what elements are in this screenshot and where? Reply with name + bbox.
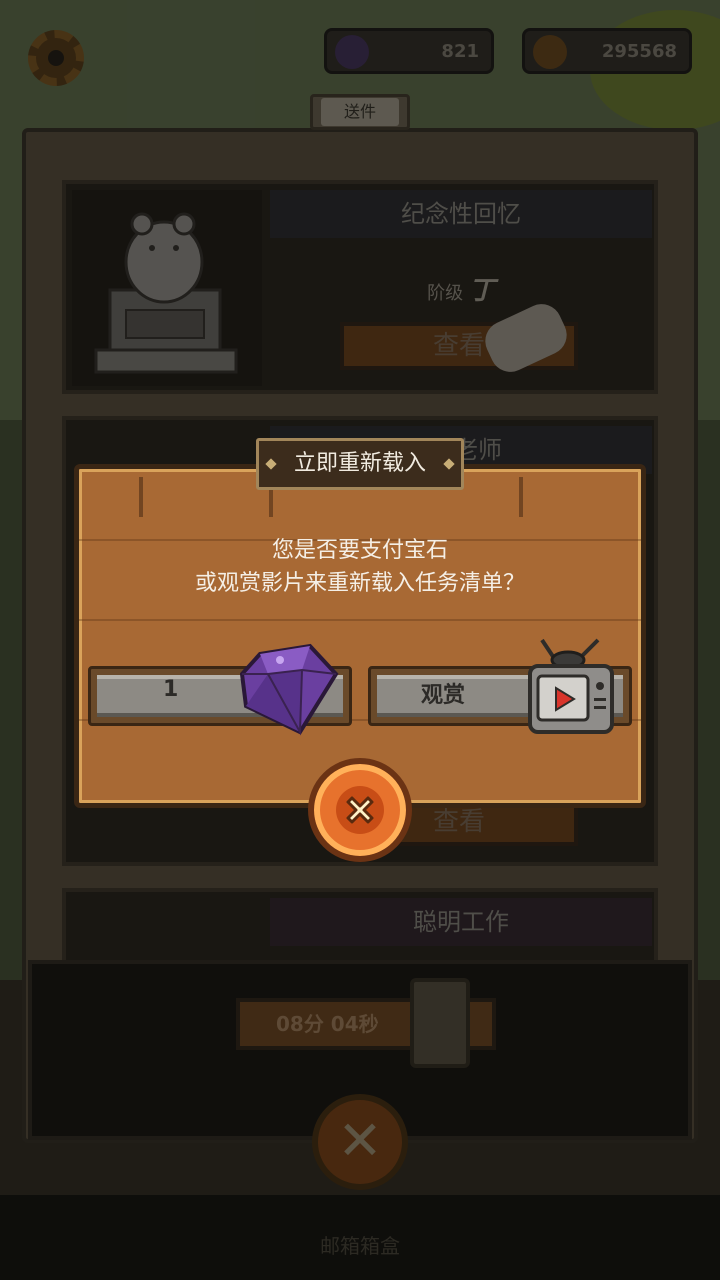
- gem-cost: 1: [163, 677, 179, 702]
- gem-icon: [240, 643, 339, 736]
- wood-crack: [139, 477, 143, 517]
- watch-label: 观赏: [421, 683, 466, 708]
- dialog-close-button[interactable]: [308, 758, 412, 862]
- tv-icon: [528, 638, 614, 734]
- dialog-title: 立即重新载入: [293, 451, 426, 476]
- wood-grain: [79, 619, 641, 621]
- dialog-message-line2: 或观赏影片来重新载入任务清单？: [194, 571, 525, 596]
- wood-crack: [519, 477, 523, 517]
- dialog-title-plate: 立即重新载入: [256, 438, 464, 490]
- dialog-message-line1: 您是否要支付宝石: [271, 538, 448, 563]
- close-icon: [336, 786, 384, 834]
